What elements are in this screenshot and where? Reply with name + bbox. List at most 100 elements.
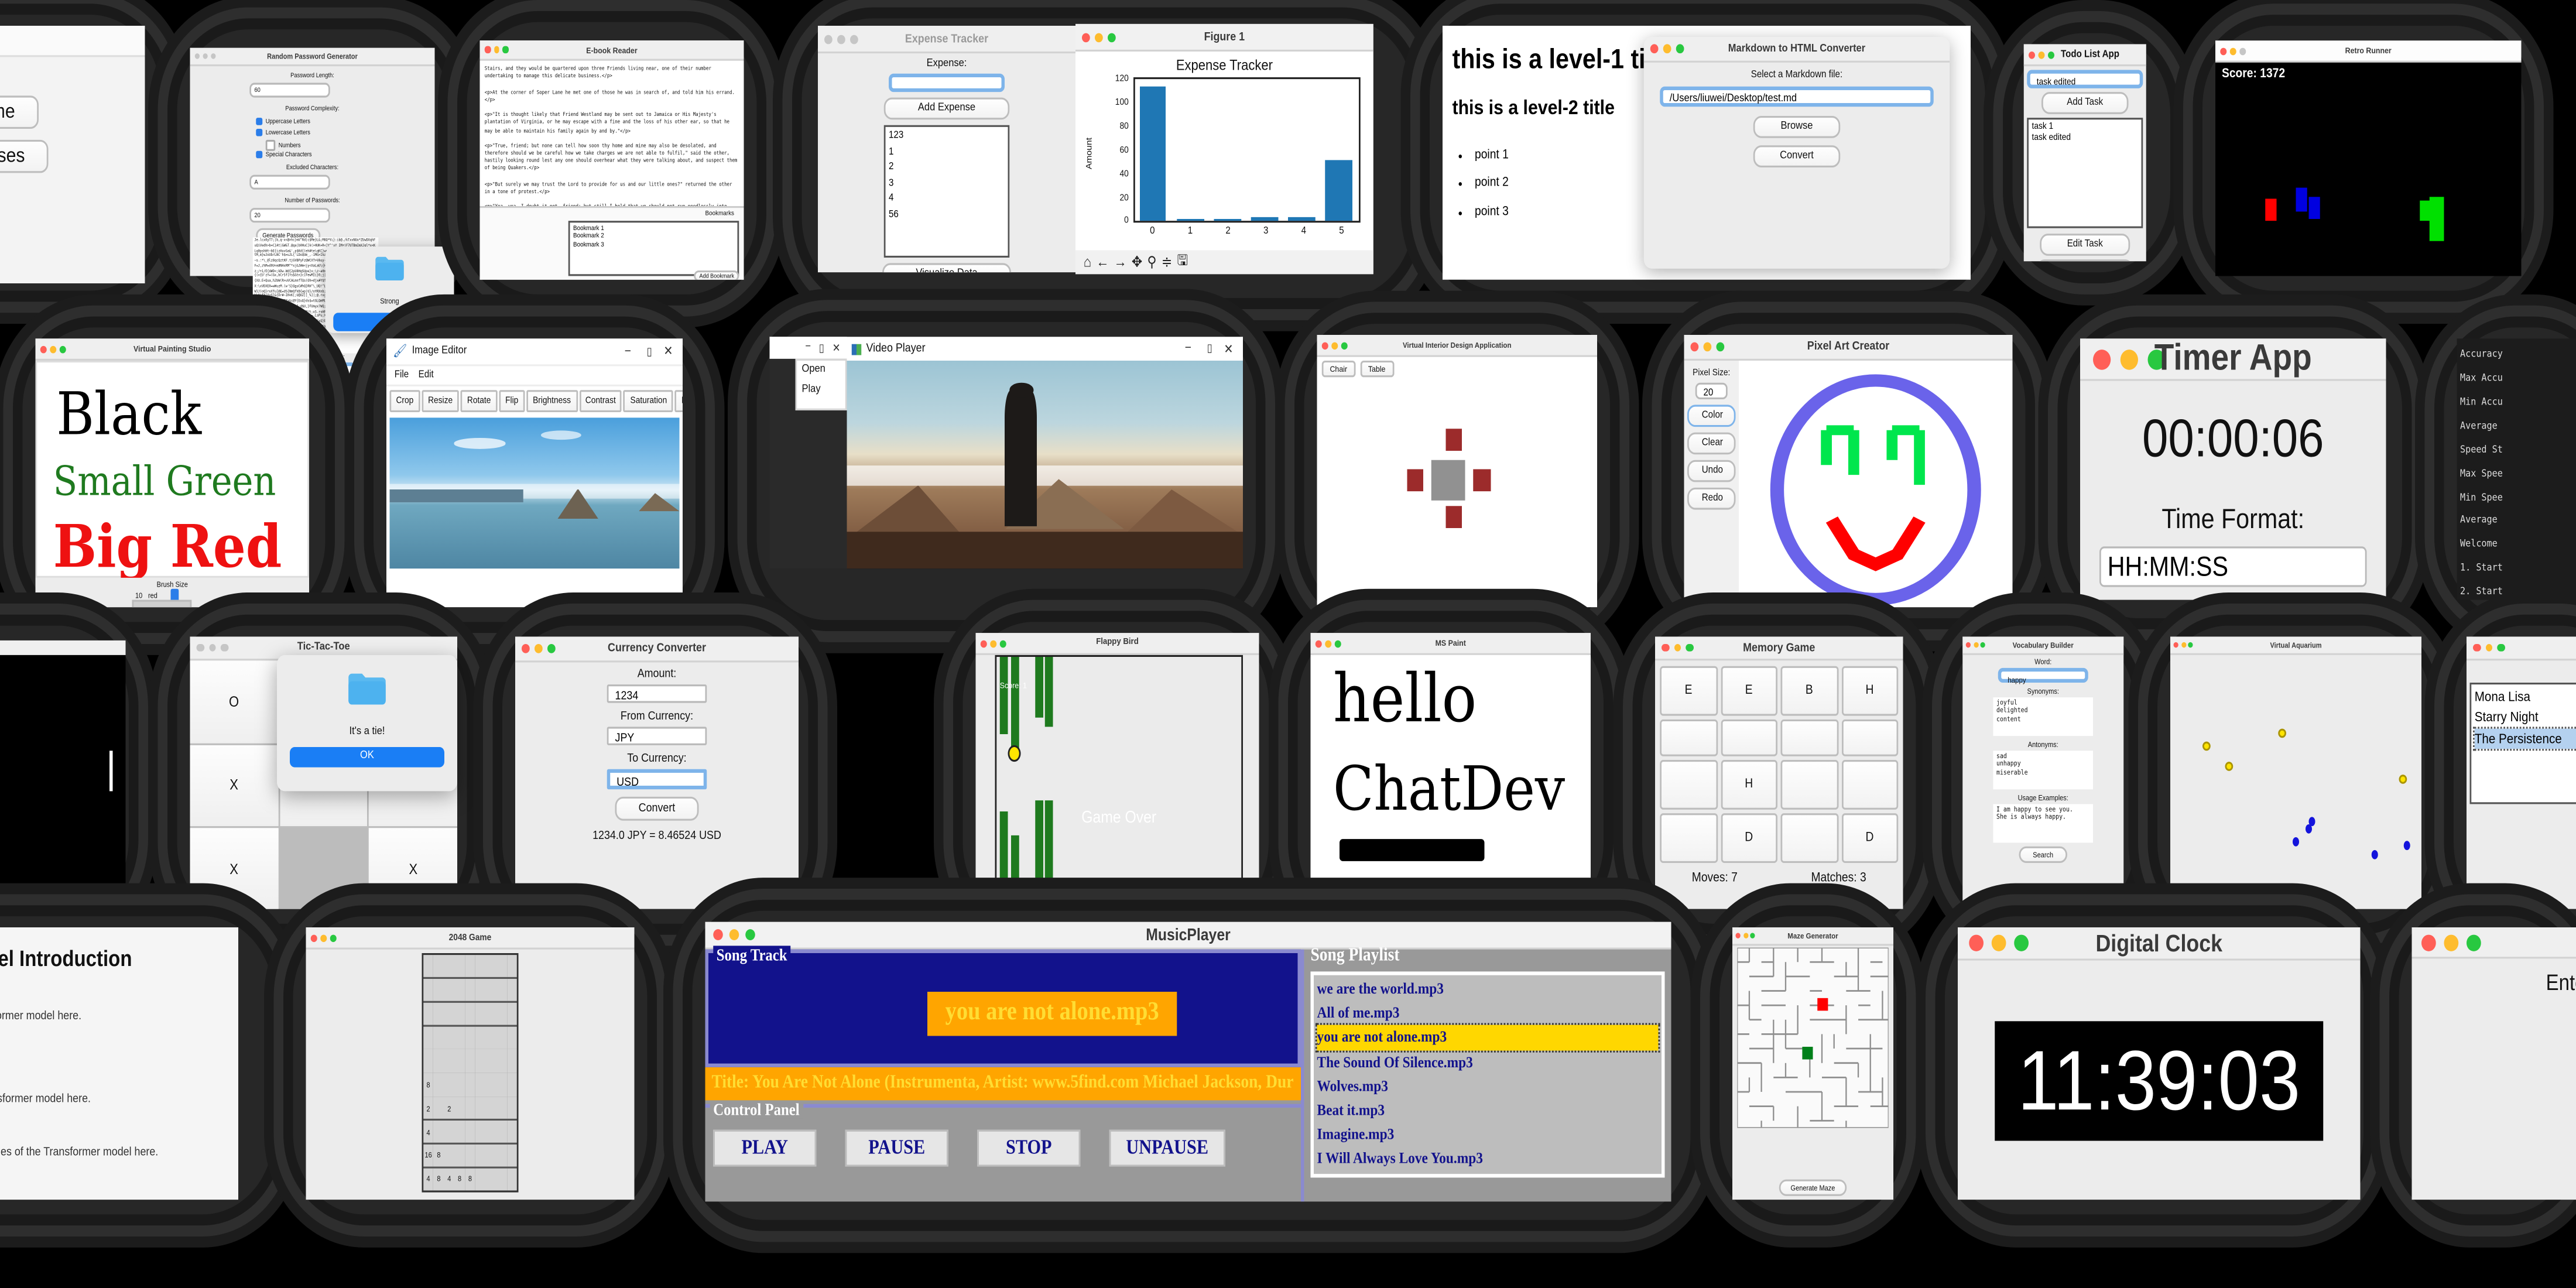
list-item[interactable]: 1 [889, 145, 1005, 160]
stop-button[interactable]: STOP [977, 1129, 1081, 1167]
close-icon[interactable] [2473, 643, 2481, 652]
expense-input[interactable] [889, 73, 1005, 93]
forward-arrow-icon[interactable]: → [1114, 254, 1127, 270]
list-item[interactable]: Bookmark 3 [573, 241, 734, 249]
painting-canvas[interactable]: Black Small Green Big Red [35, 361, 309, 581]
memory-card-5[interactable] [1720, 719, 1777, 756]
list-item[interactable]: Beat it.mp3 [1317, 1098, 1659, 1122]
minimize-icon[interactable] [203, 53, 208, 59]
close-icon[interactable] [1965, 642, 1971, 648]
close-icon[interactable]: ✕ [663, 344, 673, 359]
flappy-canvas[interactable]: Score: 1 Game Over [995, 655, 1243, 913]
minimize-icon[interactable] [1991, 934, 2006, 951]
pixel-size-input[interactable]: 20 [1695, 382, 1728, 399]
furniture-toolbar[interactable]: Chair Table [1317, 357, 1598, 381]
pencil-button[interactable]: Pencil [1315, 890, 1346, 907]
minimize-icon[interactable] [1673, 643, 1681, 652]
close-icon[interactable] [1735, 933, 1741, 938]
maximize-icon[interactable] [2467, 934, 2481, 951]
maximize-icon[interactable] [1334, 639, 1341, 647]
back-arrow-icon[interactable]: ← [1096, 254, 1109, 270]
close-icon[interactable] [2093, 348, 2111, 369]
menubar[interactable]: File Edit [386, 366, 683, 386]
configure-subplots-icon[interactable]: ≑ [1162, 254, 1172, 270]
list-item[interactable]: 123 [889, 129, 1005, 145]
undo-button[interactable]: Undo [1687, 460, 1736, 482]
add-task-button[interactable]: Add Task [2041, 92, 2129, 114]
close-icon[interactable]: ✕ [1224, 341, 1233, 356]
add-expenses-button[interactable]: Add Expenses [0, 139, 49, 173]
menu-edit[interactable]: Edit [419, 370, 434, 381]
minimize-icon[interactable]: − [805, 342, 811, 354]
maximize-icon[interactable] [1750, 933, 1755, 938]
list-item[interactable]: Starry Night [2475, 707, 2576, 728]
list-item[interactable]: task 1 [2032, 121, 2139, 133]
minimize-icon[interactable] [729, 929, 739, 940]
minimize-icon[interactable] [2180, 642, 2186, 648]
select-color-button[interactable]: Select Color [1443, 890, 1492, 907]
convert-button[interactable]: Convert [615, 796, 699, 821]
pan-icon[interactable]: ✥ [1132, 254, 1142, 270]
task-list[interactable]: task 1 task edited [2027, 118, 2143, 228]
close-icon[interactable] [824, 34, 833, 43]
menu-open[interactable]: Open [802, 364, 841, 375]
maximize-icon[interactable] [2014, 934, 2029, 951]
minimize-icon[interactable] [320, 934, 327, 941]
play-button[interactable]: PLAY [713, 1129, 817, 1167]
convert-button[interactable]: Convert [1753, 145, 1841, 167]
memory-card-14[interactable] [1780, 813, 1838, 863]
list-item[interactable]: All of me.mp3 [1317, 1001, 1659, 1025]
minimize-icon[interactable] [493, 46, 499, 53]
to-currency-input[interactable]: USD [607, 769, 707, 790]
minimize-icon[interactable] [1095, 32, 1103, 42]
minimize-icon[interactable] [990, 639, 997, 647]
time-format-input[interactable]: HH:MM:SS [2099, 546, 2367, 587]
crop-button[interactable]: Crop [389, 390, 420, 412]
list-item[interactable]: Wolves.mp3 [1317, 1074, 1659, 1098]
close-icon[interactable] [40, 345, 47, 352]
board-cell-3[interactable]: X [190, 744, 278, 827]
pause-button[interactable]: PAUSE [845, 1129, 948, 1167]
maximize-icon[interactable] [2188, 642, 2193, 648]
board-cell-0[interactable]: O [190, 660, 278, 743]
maximize-icon[interactable]: ▯ [647, 345, 652, 358]
from-currency-input[interactable]: JPY [607, 727, 707, 745]
memory-card-3[interactable]: H [1841, 666, 1899, 716]
board-cell-7[interactable] [279, 828, 368, 909]
visualize-data-button[interactable]: Visualize Data [882, 263, 1011, 273]
paint-canvas[interactable]: hello ChatDev [1314, 655, 1588, 889]
close-icon[interactable] [196, 643, 204, 652]
close-icon[interactable] [1321, 341, 1328, 349]
dialog-ok-button[interactable]: OK [290, 747, 444, 768]
minimize-icon[interactable] [535, 644, 543, 653]
design-canvas[interactable] [1317, 381, 1597, 602]
paint-toolbar[interactable]: Pencil Brush Shape Color: Select Color [1311, 889, 1591, 909]
list-item[interactable]: Imagine.mp3 [1317, 1122, 1659, 1146]
brightness-button[interactable]: Brightness [526, 390, 578, 412]
generate-maze-button[interactable]: Generate Maze [1779, 1179, 1847, 1196]
contrast-button[interactable]: Contrast [578, 390, 622, 412]
minimize-icon[interactable] [1331, 341, 1338, 349]
minimize-icon[interactable] [837, 34, 845, 43]
brush-size-slider[interactable] [132, 600, 192, 608]
close-icon[interactable] [1969, 934, 1984, 951]
maximize-icon[interactable] [211, 53, 216, 59]
minimize-icon[interactable] [1325, 639, 1332, 647]
flip-button[interactable]: Flip [499, 390, 525, 412]
chair-item[interactable] [1406, 469, 1424, 492]
close-icon[interactable] [980, 639, 987, 647]
checkbox-special[interactable]: Special Characters [256, 150, 312, 159]
memory-card-4[interactable] [1660, 719, 1717, 756]
close-icon[interactable] [2421, 934, 2436, 951]
list-item[interactable]: The Sound Of Silence.mp3 [1317, 1050, 1659, 1074]
pixel-canvas[interactable] [1739, 361, 2013, 608]
menu-file[interactable]: File [395, 370, 409, 381]
maximize-icon[interactable] [1716, 342, 1725, 352]
aquarium-canvas[interactable] [2170, 655, 2421, 909]
memory-card-12[interactable] [1660, 813, 1717, 863]
game-canvas[interactable]: Score: 1372 [2215, 62, 2522, 276]
chair-button[interactable]: Chair [1321, 361, 1355, 378]
home-icon[interactable]: ⌂ [1084, 254, 1091, 270]
zoom-icon[interactable]: ⚲ [1147, 254, 1157, 270]
list-item[interactable]: Bookmark 2 [573, 233, 734, 241]
